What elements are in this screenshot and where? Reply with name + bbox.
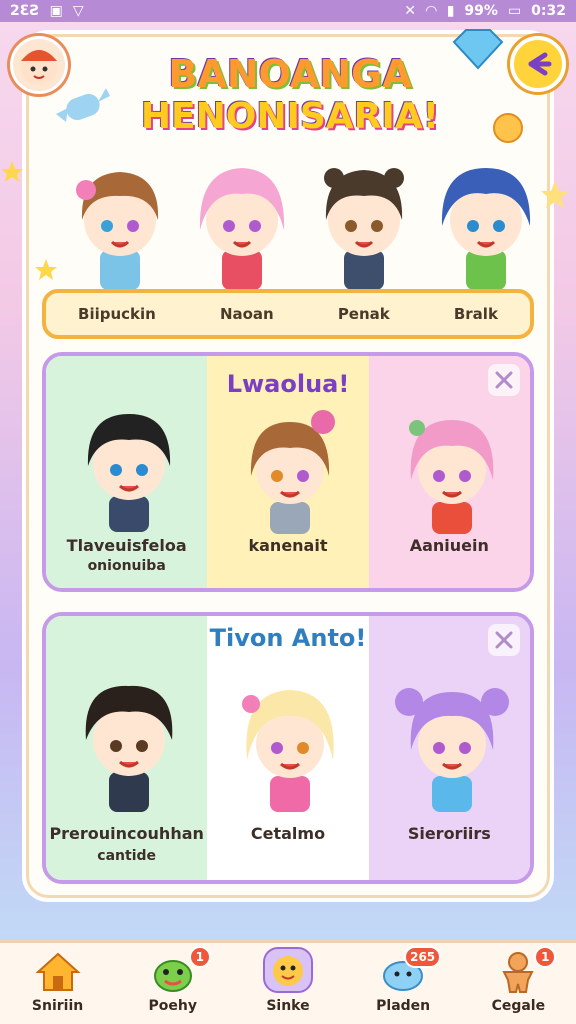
tab-poehy[interactable]: 1 Poehy	[123, 946, 223, 1014]
star-icon	[35, 259, 57, 280]
panel2-slot-3[interactable]: Sieroriirs	[368, 616, 530, 880]
tab-label: Poehy	[148, 998, 198, 1014]
tab-label: Cegale	[491, 998, 546, 1014]
character-name: Naoan	[219, 305, 274, 323]
shield-icon: ▽	[72, 3, 84, 19]
panel1-slot-2[interactable]: Lwaolua! kanenait	[207, 356, 369, 588]
clock: 0:32	[531, 3, 566, 19]
character-name: Tlaveuisfeloa	[66, 536, 187, 555]
panel2-slot-1[interactable]: Prerouincouhhan cantide	[46, 616, 208, 880]
character-black-hair	[87, 414, 171, 532]
panel1-slot-3[interactable]: Aaniuein	[368, 356, 530, 588]
character-blonde-hair	[242, 690, 334, 812]
panel-title: Lwaolua!	[226, 370, 350, 398]
character-name: Penak	[337, 305, 390, 323]
tab-pladen[interactable]: 265 Pladen	[353, 946, 453, 1014]
notification-icon: ▣	[49, 3, 63, 19]
character-spiky-black-hair	[85, 685, 173, 812]
arrow-left-icon	[528, 52, 552, 76]
character-subtitle: cantide	[97, 848, 157, 864]
title-line-1: BANOANGA	[168, 52, 412, 96]
close-button[interactable]	[487, 364, 520, 396]
tab-label: Sniriin	[31, 998, 84, 1014]
character-name: Sieroriirs	[407, 824, 491, 843]
character-name: Prerouincouhhan	[49, 824, 204, 843]
character-name: Bralk	[453, 305, 498, 323]
game-title: BANOANGA HENONISARIA!	[120, 52, 460, 137]
face-icon	[262, 947, 313, 993]
star-icon	[1, 161, 23, 182]
panel2-slot-2[interactable]: Tivon Anto! Cetalmo	[207, 616, 369, 880]
tab-cegale[interactable]: 1 Cegale	[468, 946, 568, 1014]
character-name: Biipuckin	[78, 305, 156, 323]
character-panel-1: Tlaveuisfeloa onionuiba Lwaolua! kanenai…	[42, 352, 534, 592]
character-pink-curly-hair	[408, 420, 493, 534]
character-blue-hair[interactable]	[426, 150, 546, 300]
notification-badge: 1	[188, 946, 211, 968]
avatar-face-icon	[21, 49, 57, 85]
character-subtitle: onionuiba	[87, 558, 166, 574]
panel1-slot-1[interactable]: Tlaveuisfeloa onionuiba	[46, 356, 208, 588]
character-brown-hair[interactable]	[60, 150, 180, 300]
panel-title: Tivon Anto!	[209, 624, 367, 652]
wifi-icon: ◠	[425, 3, 437, 19]
status-bar: 2ƐƧ ▣ ▽ ✕ ◠ ▮ 99% ▭ 0:32	[0, 0, 576, 22]
battery-icon: ▭	[507, 3, 522, 19]
tab-home[interactable]: Sniriin	[8, 950, 108, 1014]
player-avatar[interactable]	[10, 36, 68, 94]
character-panel-2: Prerouincouhhan cantide Tivon Anto! Ceta…	[42, 612, 534, 884]
close-icon	[495, 371, 513, 389]
character-purple-hair	[394, 688, 509, 812]
back-button[interactable]	[510, 36, 566, 92]
tab-label: Sinke	[266, 998, 310, 1014]
signal-icon: ▮	[446, 3, 455, 19]
close-button[interactable]	[487, 624, 520, 656]
cookie-icon	[493, 113, 523, 143]
battery-text: 99%	[464, 3, 498, 19]
bottom-nav: Sniriin 1 Poehy Sinke 265 Pladen 1 Cegal…	[0, 940, 576, 1024]
character-name: kanenait	[248, 536, 328, 555]
tab-label: Pladen	[376, 998, 431, 1014]
title-line-2: HENONISARIA!	[140, 96, 440, 137]
mute-icon: ✕	[404, 3, 416, 19]
notification-badge: 1	[534, 946, 557, 968]
character-name: Cetalmo	[250, 824, 326, 843]
tab-sinke[interactable]: Sinke	[238, 946, 338, 1014]
notification-badge: 265	[404, 946, 442, 968]
character-name-bar: Biipuckin Naoan Penak Bralk	[42, 289, 534, 339]
character-pink-hair[interactable]	[182, 150, 302, 300]
home-icon	[34, 952, 81, 991]
character-dark-hair[interactable]	[304, 150, 424, 300]
status-left-text: 2ƐƧ	[10, 3, 40, 19]
character-auburn-hair	[251, 410, 336, 534]
character-name: Aaniuein	[409, 536, 489, 555]
close-icon	[495, 631, 513, 649]
